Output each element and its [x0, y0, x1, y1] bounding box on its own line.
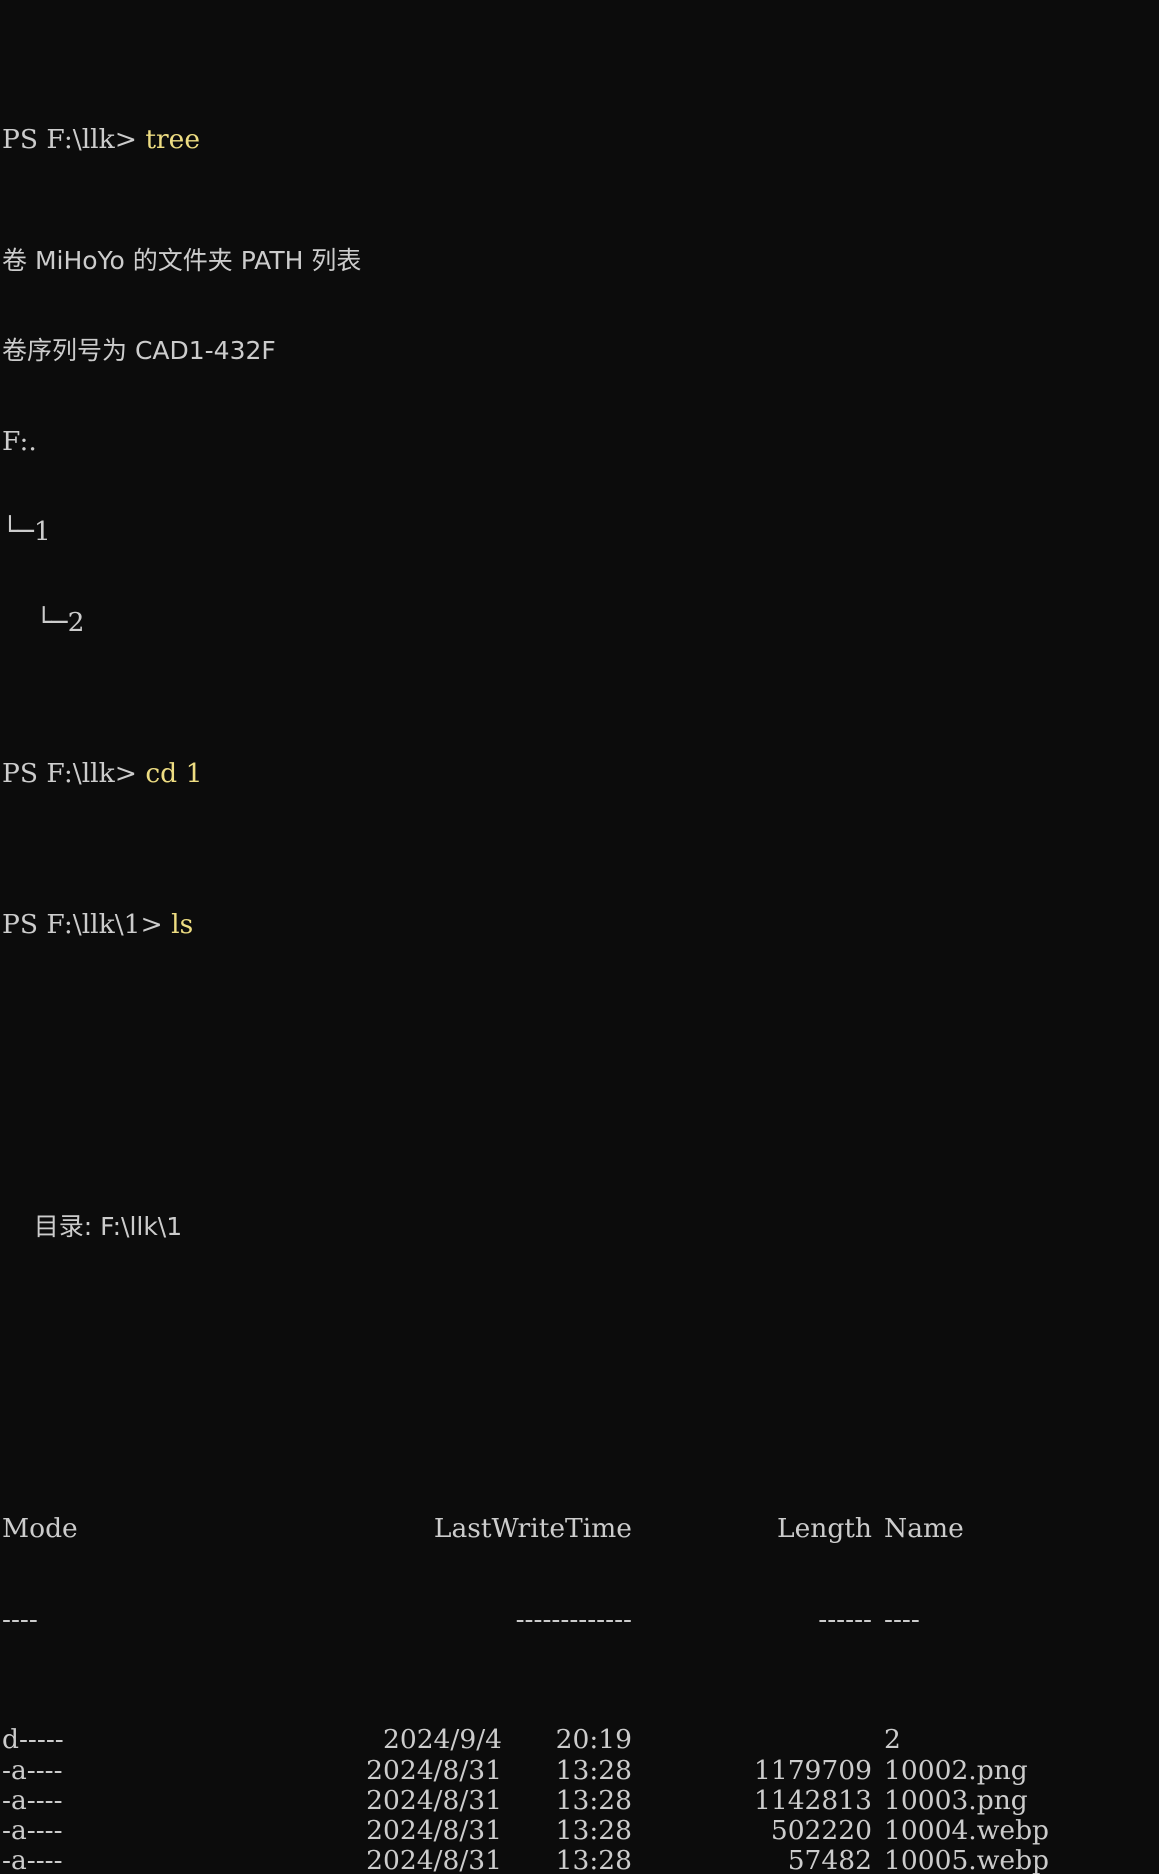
tree-node-1: └─1	[2, 516, 51, 548]
table-row: -a---- 2024/8/31 13:28 1142813 10003.png	[2, 1784, 1159, 1816]
tree-root: F:.	[2, 425, 37, 457]
cell-time: 20:19	[555, 1724, 632, 1756]
table-row: -a---- 2024/8/31 13:28 502220 10004.webp	[2, 1814, 1159, 1846]
cell-date: 2024/8/31	[366, 1784, 502, 1816]
table-row: -a---- 2024/8/31 13:28 1179709 10002.png	[2, 1754, 1159, 1786]
column-header-length: Length	[776, 1512, 872, 1544]
cell-time: 13:28	[555, 1814, 632, 1846]
cell-time: 13:28	[555, 1754, 632, 1786]
cell-date: 2024/8/31	[366, 1814, 502, 1846]
command-cd-1: cd 1	[145, 757, 203, 789]
prompt-cd-1: PS F:\llk>	[2, 757, 146, 789]
cell-name: 2	[884, 1724, 901, 1756]
cell-date: 2024/8/31	[366, 1845, 502, 1874]
command-tree: tree	[145, 123, 201, 155]
cell-time: 13:28	[555, 1845, 632, 1874]
command-line-ls-1: PS F:\llk\1> ls	[2, 908, 1159, 940]
command-ls-1: ls	[171, 908, 194, 940]
cell-name: 10003.png	[884, 1784, 1028, 1816]
tree-node-2: └─2	[2, 606, 85, 638]
separator-length: ------	[818, 1603, 872, 1635]
powershell-terminal[interactable]: PS F:\llk> tree 卷 MiHoYo 的文件夹 PATH 列表 卷序…	[0, 0, 1159, 1874]
cell-length: 1142813	[753, 1784, 872, 1816]
separator-lastwritetime: -------------	[515, 1603, 632, 1635]
cell-name: 10004.webp	[884, 1814, 1050, 1846]
separator-mode: ----	[2, 1603, 38, 1635]
table-row: d----- 2024/9/4 20:19 2	[2, 1725, 1159, 1755]
table-row: -a---- 2024/8/31 13:28 57482 10005.webp	[2, 1845, 1159, 1874]
cell-mode: d-----	[2, 1724, 64, 1756]
volume-serial-line: 卷序列号为 CAD1-432F	[2, 336, 276, 366]
cell-mode: -a----	[2, 1754, 63, 1786]
command-line-cd-1: PS F:\llk> cd 1	[2, 757, 1159, 789]
prompt-ls-1: PS F:\llk\1>	[2, 908, 172, 940]
table-header-1: Mode LastWriteTime Length Name	[2, 1512, 1159, 1544]
table-separator-1: ---- ------------- ------ ----	[2, 1603, 1159, 1635]
cell-length: 502220	[770, 1814, 872, 1846]
file-table-1: d----- 2024/9/4 20:19 2 -a---- 2024/8/31 13:28…	[2, 1725, 1159, 1874]
cell-mode: -a----	[2, 1784, 63, 1816]
cell-date: 2024/9/4	[382, 1724, 502, 1756]
column-header-lastwritetime: LastWriteTime	[433, 1512, 632, 1544]
cell-name: 10002.png	[884, 1754, 1028, 1786]
directory-label-1: 目录: F:\llk\1	[2, 1211, 183, 1241]
prompt-tree: PS F:\llk>	[2, 123, 146, 155]
cell-length: 57482	[787, 1845, 872, 1874]
separator-name: ----	[884, 1603, 920, 1635]
cell-length: 1179709	[753, 1754, 872, 1786]
cell-name: 10005.webp	[884, 1845, 1050, 1874]
column-header-name: Name	[884, 1512, 964, 1544]
cell-mode: -a----	[2, 1845, 63, 1874]
column-header-mode: Mode	[2, 1512, 78, 1544]
volume-label-line: 卷 MiHoYo 的文件夹 PATH 列表	[2, 245, 362, 275]
cell-time: 13:28	[555, 1784, 632, 1816]
command-line-tree: PS F:\llk> tree	[2, 123, 1159, 155]
cell-date: 2024/8/31	[366, 1754, 502, 1786]
cell-mode: -a----	[2, 1814, 63, 1846]
